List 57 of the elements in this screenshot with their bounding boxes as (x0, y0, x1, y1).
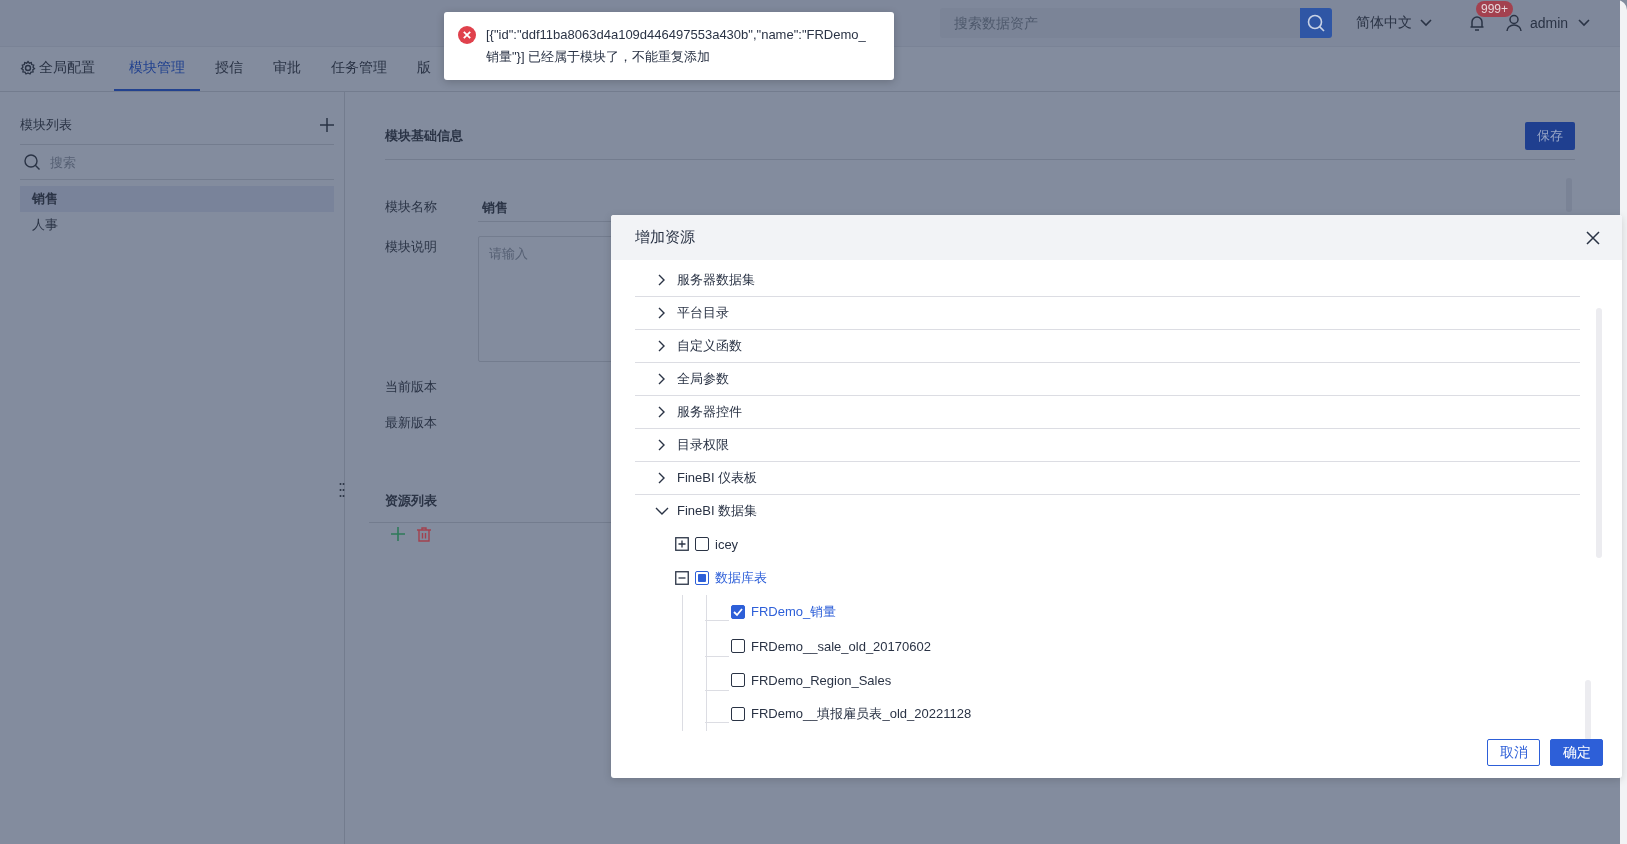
tree-item-label[interactable]: 自定义函数 (677, 337, 742, 355)
toast-message: [{"id":"ddf11ba8063d4a109d446497553a430b","name":"FRDemo_销量"}] 已经属于模块了，不能重复添加 (486, 26, 867, 66)
tree-item-label[interactable]: FRDemo_销量 (751, 603, 837, 621)
field-label: 模块说明 (385, 238, 438, 256)
user-icon (1506, 14, 1522, 32)
tree-item-label[interactable]: FineBI 仪表板 (677, 469, 758, 487)
tree-item-label[interactable]: 平台目录 (677, 304, 729, 322)
checkbox[interactable] (731, 673, 745, 687)
nav-tab[interactable]: 任务管理 (316, 47, 402, 91)
notification-badge: 999+ (1476, 1, 1514, 17)
minus-square-icon[interactable] (675, 571, 689, 585)
module-list-item[interactable]: 销售 (20, 186, 334, 212)
tree-item-label[interactable]: 数据库表 (715, 569, 767, 587)
checkbox[interactable] (731, 707, 745, 721)
checkbox[interactable] (731, 605, 745, 619)
search-icon (1307, 14, 1325, 32)
check-icon (733, 607, 743, 617)
settings-icon (20, 60, 36, 76)
field-label: 最新版本 (385, 414, 438, 432)
nav-tab[interactable]: 全局配置 (20, 47, 110, 91)
search-button[interactable] (1300, 8, 1332, 38)
tree-item-label[interactable]: FRDemo__sale_old_20170602 (751, 638, 931, 654)
cancel-button[interactable]: 取消 (1487, 739, 1540, 766)
nav-tab[interactable]: 审批 (258, 47, 316, 91)
checkbox[interactable] (695, 537, 709, 551)
save-button[interactable]: 保存 (1525, 122, 1575, 150)
confirm-button[interactable]: 确定 (1550, 739, 1603, 766)
plus-icon (320, 118, 334, 132)
tree-item-label[interactable]: FRDemo_Region_Sales (751, 672, 892, 688)
field-label: 模块名称 (385, 198, 438, 216)
tree-item-label[interactable]: 服务器控件 (677, 403, 742, 421)
nav-tab[interactable]: 授信 (200, 47, 258, 91)
close-icon (1586, 230, 1600, 245)
tree-item-label[interactable]: 全局参数 (677, 370, 729, 388)
tree-item-label[interactable]: FineBI 数据集 (677, 502, 758, 520)
field-label: 当前版本 (385, 378, 438, 396)
user-menu[interactable]: admin (1506, 14, 1593, 32)
section-title: 模块基础信息 (385, 127, 463, 145)
tree-item-label[interactable]: FRDemo__填报雇员表_old_20221128 (751, 705, 972, 723)
tree-item-label[interactable]: 服务器数据集 (677, 271, 755, 289)
module-list-item[interactable]: 人事 (20, 212, 334, 238)
checkbox[interactable] (695, 571, 709, 585)
nav-tab[interactable]: 版 (402, 47, 431, 91)
tree-item-label[interactable]: icey (715, 536, 739, 552)
close-button[interactable] (1586, 230, 1600, 245)
checkbox[interactable] (731, 639, 745, 653)
error-icon (458, 26, 476, 44)
add-button[interactable] (320, 118, 334, 132)
bell-icon[interactable] (1468, 14, 1486, 32)
language-dropdown[interactable]: 简体中文 (1356, 14, 1434, 32)
dialog-title: 增加资源 (635, 228, 695, 247)
search-icon (24, 154, 40, 170)
scrollbar[interactable] (1585, 680, 1591, 739)
tree-item-label[interactable]: 目录权限 (677, 436, 729, 454)
plus-square-icon[interactable] (675, 537, 689, 551)
panel-title: 模块列表 (20, 116, 72, 134)
drag-handle-icon[interactable] (339, 482, 345, 498)
